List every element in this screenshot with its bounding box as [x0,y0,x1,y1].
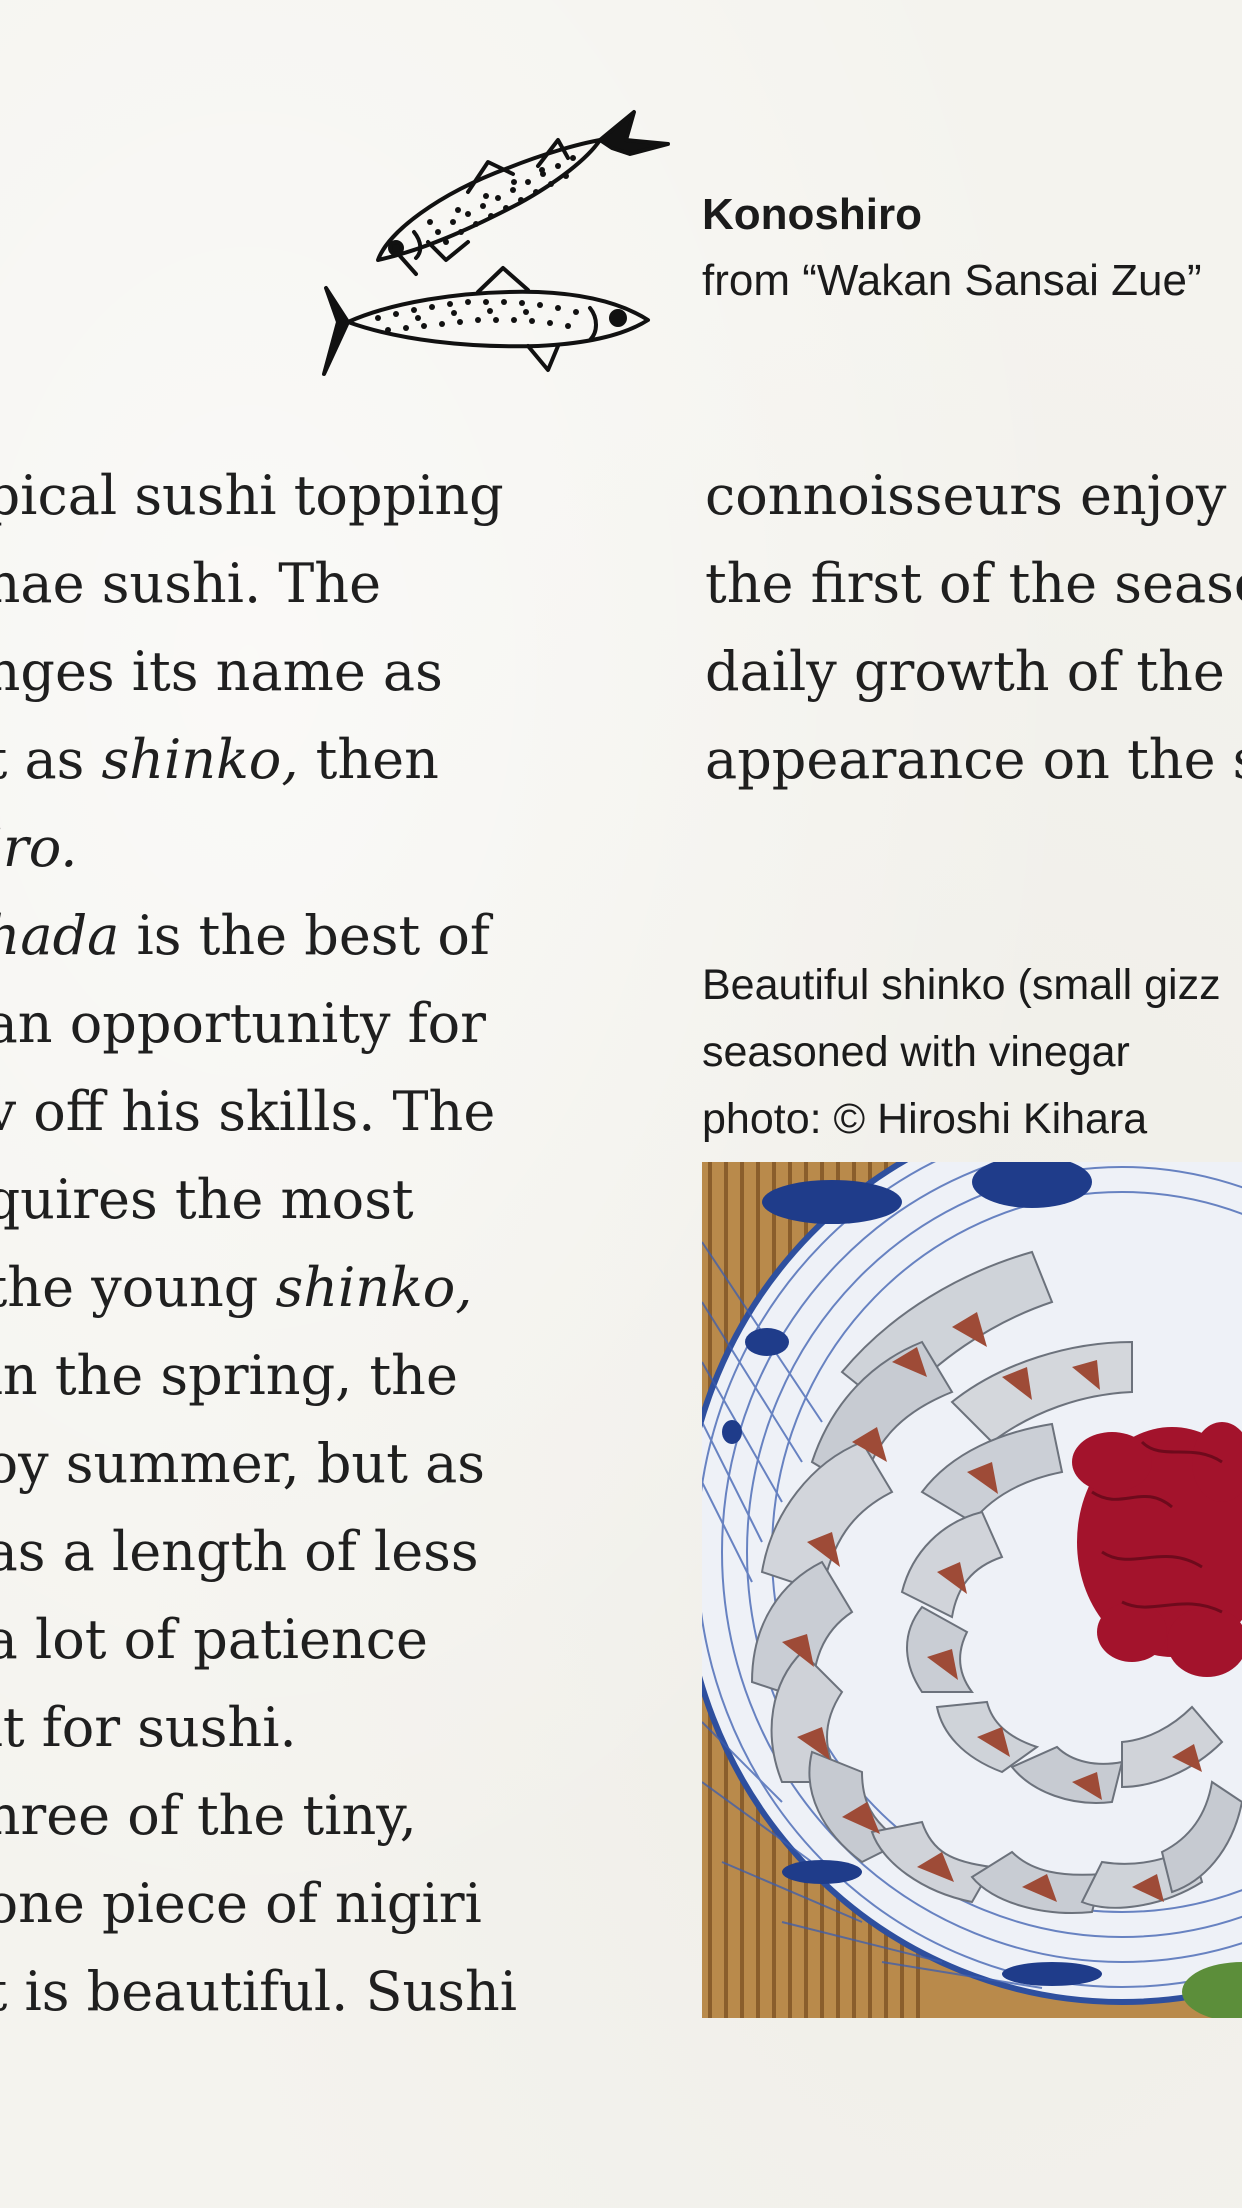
text-line: daily growth of the [705,640,1225,703]
konoshiro-fish-icon [322,110,670,376]
text-line: one piece of nigiri [0,1872,482,1935]
italic-term: hada [0,904,120,967]
text-line: t as shinko, then [0,716,517,804]
text-span: then [298,728,439,791]
left-text-column: pical sushi topping nae sushi. The nges … [0,452,517,2036]
text-span: the young [0,1256,276,1319]
text-line: nges its name as [0,640,443,703]
italic-term: shinko, [101,728,299,791]
text-span: is the best of [119,904,490,967]
text-line: nae sushi. The [0,552,382,615]
text-line: the first of the seaso [705,552,1242,615]
text-line: appearance on the s [705,728,1242,791]
italic-term: shinko, [275,1256,473,1319]
text-line: connoisseurs enjoy [705,464,1227,527]
text-line: pical sushi topping [0,464,504,527]
figure-caption-title: Konoshiro [702,190,922,239]
photo-credit: photo: © Hiroshi Kihara [702,1095,1148,1143]
figure-caption-source: from “Wakan Sansai Zue” [702,256,1202,305]
right-text-column: connoisseurs enjoy the first of the seas… [705,452,1242,804]
photo-caption: Beautiful shinko (small gizz seasoned wi… [702,952,1221,1153]
text-line: an opportunity for [0,992,486,1055]
text-line: hree of the tiny, [0,1784,417,1847]
photo-caption-line: seasoned with vinegar [702,1028,1130,1076]
text-line: hada is the best of [0,892,517,980]
text-line: oy summer, but as [0,1432,485,1495]
text-line: the young shinko, [0,1244,517,1332]
text-line: quires the most [0,1168,414,1231]
text-line: it for sushi. [0,1696,297,1759]
text-line: as a length of less [0,1520,479,1583]
italic-term: iro. [0,816,78,879]
document-page: Konoshiro from “Wakan Sansai Zue” pical … [0,0,1242,2208]
figure-caption: Konoshiro from “Wakan Sansai Zue” [702,182,1202,314]
text-line: in the spring, the [0,1344,458,1407]
text-span: t as [0,728,85,791]
shinko-sushi-photo [702,1162,1242,2018]
text-line: t is beautiful. Sushi [0,1960,517,2023]
text-line: a lot of patience [0,1608,428,1671]
photo-caption-line: Beautiful shinko (small gizz [702,961,1221,1009]
text-line: v off his skills. The [0,1080,496,1143]
text-line: iro. [0,804,517,892]
